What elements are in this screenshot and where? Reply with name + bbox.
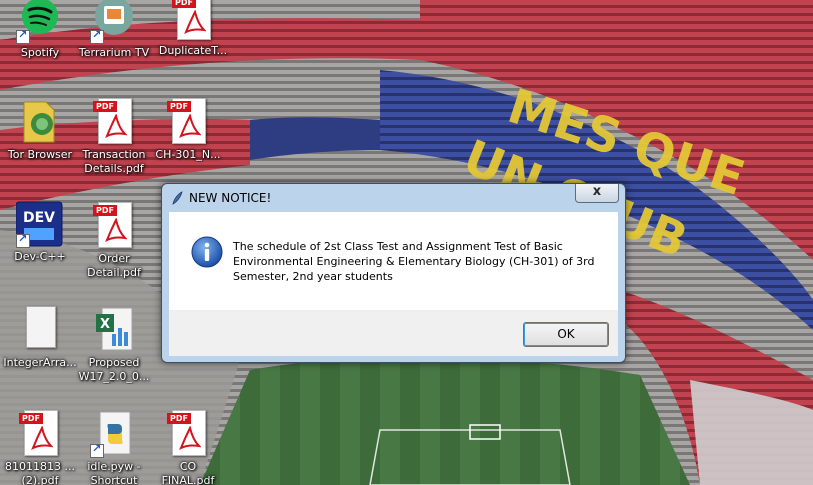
dialog-body: The schedule of 2st Class Test and Assig… xyxy=(169,212,618,310)
desktop-icon-integer-array[interactable]: IntegerArra... xyxy=(2,306,78,370)
close-button[interactable]: x xyxy=(575,184,619,203)
desktop-icon-label: Order Detail.pdf xyxy=(87,252,141,279)
dialog-titlebar[interactable]: NEW NOTICE! x xyxy=(162,184,625,212)
desktop-icon-duplicate-pdf[interactable]: PDF DuplicateT... xyxy=(155,0,231,58)
shortcut-arrow-icon xyxy=(16,232,30,248)
shortcut-arrow-icon xyxy=(90,442,104,458)
desktop-icon-tor-browser[interactable]: Tor Browser xyxy=(2,98,78,162)
desktop-icon-label: Terrarium TV xyxy=(78,46,150,59)
desktop-icon-terrarium-tv[interactable]: Terrarium TV xyxy=(76,0,152,60)
desktop-icon-idle-shortcut[interactable]: idle.pyw - Shortcut xyxy=(76,410,152,485)
dialog-title: NEW NOTICE! xyxy=(189,191,272,205)
pdf-icon: PDF xyxy=(19,410,58,456)
info-icon xyxy=(191,236,223,268)
pdf-icon: PDF xyxy=(167,98,206,144)
feather-icon xyxy=(172,191,183,205)
desktop-icon-devcpp[interactable]: DEV Dev-C++ xyxy=(2,200,78,264)
desktop-icon-label: DuplicateT... xyxy=(158,44,228,57)
shortcut-arrow-icon xyxy=(16,28,30,44)
desktop-icon-label: CH-301_N... xyxy=(155,148,221,161)
desktop-icon-transaction-details[interactable]: PDF Transaction Details.pdf xyxy=(76,98,152,176)
pdf-icon: PDF xyxy=(172,0,211,40)
pdf-icon: PDF xyxy=(93,202,132,248)
desktop-icon-ch-301[interactable]: PDF CH-301_N... xyxy=(150,98,226,162)
svg-text:X: X xyxy=(100,317,110,332)
desktop-icon-label: Tor Browser xyxy=(7,148,73,161)
dialog-footer: OK xyxy=(169,310,618,356)
shortcut-arrow-icon xyxy=(90,28,104,44)
desktop-icon-label: 81011813 ... (2).pdf xyxy=(5,460,75,485)
document-icon xyxy=(26,306,56,348)
desktop-icon-label: CO FINAL.pdf xyxy=(161,460,215,485)
desktop-icon-label: Transaction Details.pdf xyxy=(82,148,146,175)
pdf-icon: PDF xyxy=(93,98,132,144)
desktop-icon-co-final[interactable]: PDF CO FINAL.pdf xyxy=(150,410,226,485)
desktop-icon-label: idle.pyw - Shortcut xyxy=(87,460,141,485)
desktop-icon-proposed-w17[interactable]: X Proposed W17_2.0_0... xyxy=(76,306,152,384)
dialog-message: The schedule of 2st Class Test and Assig… xyxy=(233,240,595,283)
ok-button[interactable]: OK xyxy=(523,322,609,347)
pdf-icon: PDF xyxy=(167,410,206,456)
desktop-icon-label: IntegerArra... xyxy=(3,356,77,369)
desktop-icon-label: Spotify xyxy=(20,46,60,59)
desktop-icon-label: Dev-C++ xyxy=(14,250,66,263)
desktop-icon-label: Proposed W17_2.0_0... xyxy=(78,356,150,383)
close-icon: x xyxy=(592,184,602,199)
tor-browser-icon xyxy=(23,101,55,143)
excel-icon: X xyxy=(96,307,133,351)
desktop-icon-order-detail[interactable]: PDF Order Detail.pdf xyxy=(76,202,152,280)
desktop-icon-81011813-pdf[interactable]: PDF 81011813 ... (2).pdf xyxy=(2,410,78,485)
devcpp-icon-text: DEV xyxy=(23,210,55,226)
notice-dialog: NEW NOTICE! x The schedule of 2st Class … xyxy=(161,183,626,363)
desktop-icon-spotify[interactable]: Spotify xyxy=(2,0,78,60)
